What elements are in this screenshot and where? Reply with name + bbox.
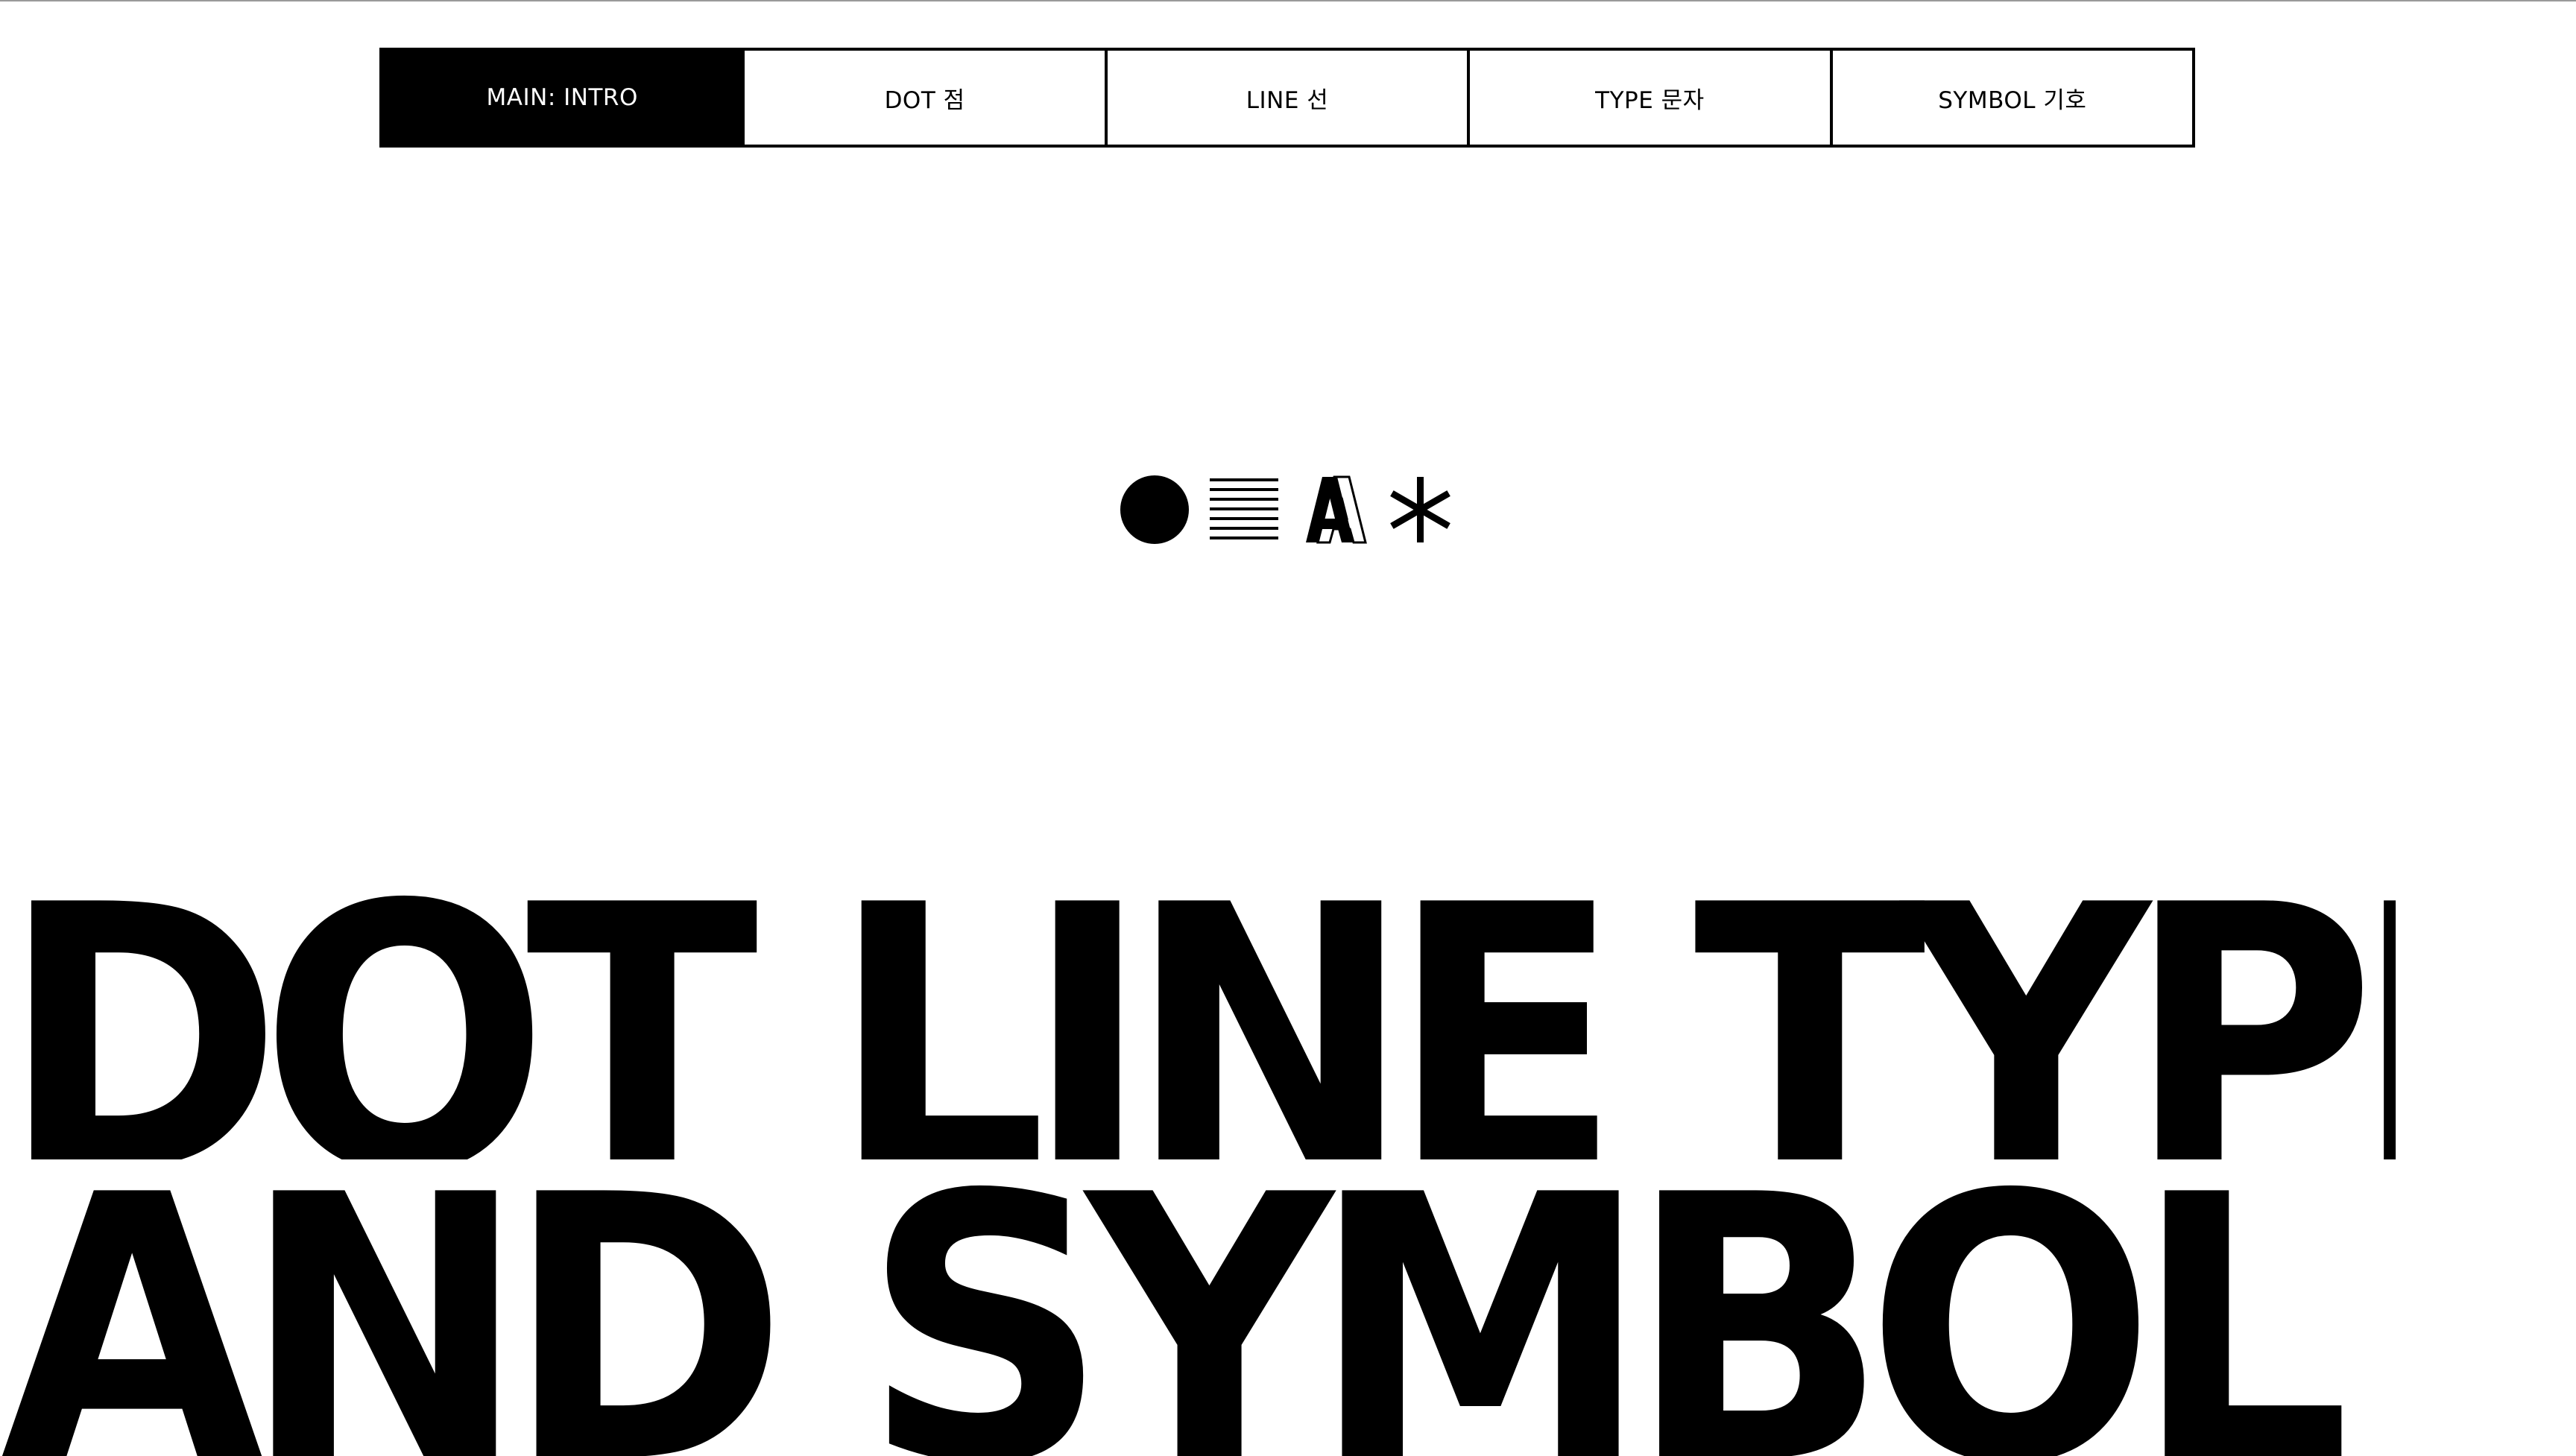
tab-type[interactable]: TYPE 문자 — [1470, 51, 1833, 145]
tab-symbol[interactable]: SYMBOL 기호 — [1832, 51, 2193, 145]
main-nav: MAIN: INTRO DOT 점 LINE 선 TYPE 문자 SYMBOL … — [379, 48, 2195, 148]
dot-icon — [1120, 475, 1189, 544]
type-a-icon — [1306, 475, 1367, 544]
top-divider — [0, 0, 2576, 1]
headline-line-1: DOT LINE TYPE — [0, 858, 2396, 1159]
lines-icon — [1210, 478, 1278, 539]
tab-dot[interactable]: DOT 점 — [745, 51, 1108, 145]
logo-mark — [1120, 475, 1450, 544]
tab-main-intro[interactable]: MAIN: INTRO — [382, 51, 745, 145]
page: MAIN: INTRO DOT 점 LINE 선 TYPE 문자 SYMBOL … — [0, 0, 2576, 1456]
headline-line-2: AND SYMBOL — [0, 1148, 2351, 1456]
tab-line[interactable]: LINE 선 — [1107, 51, 1471, 145]
asterisk-icon — [1390, 477, 1450, 542]
